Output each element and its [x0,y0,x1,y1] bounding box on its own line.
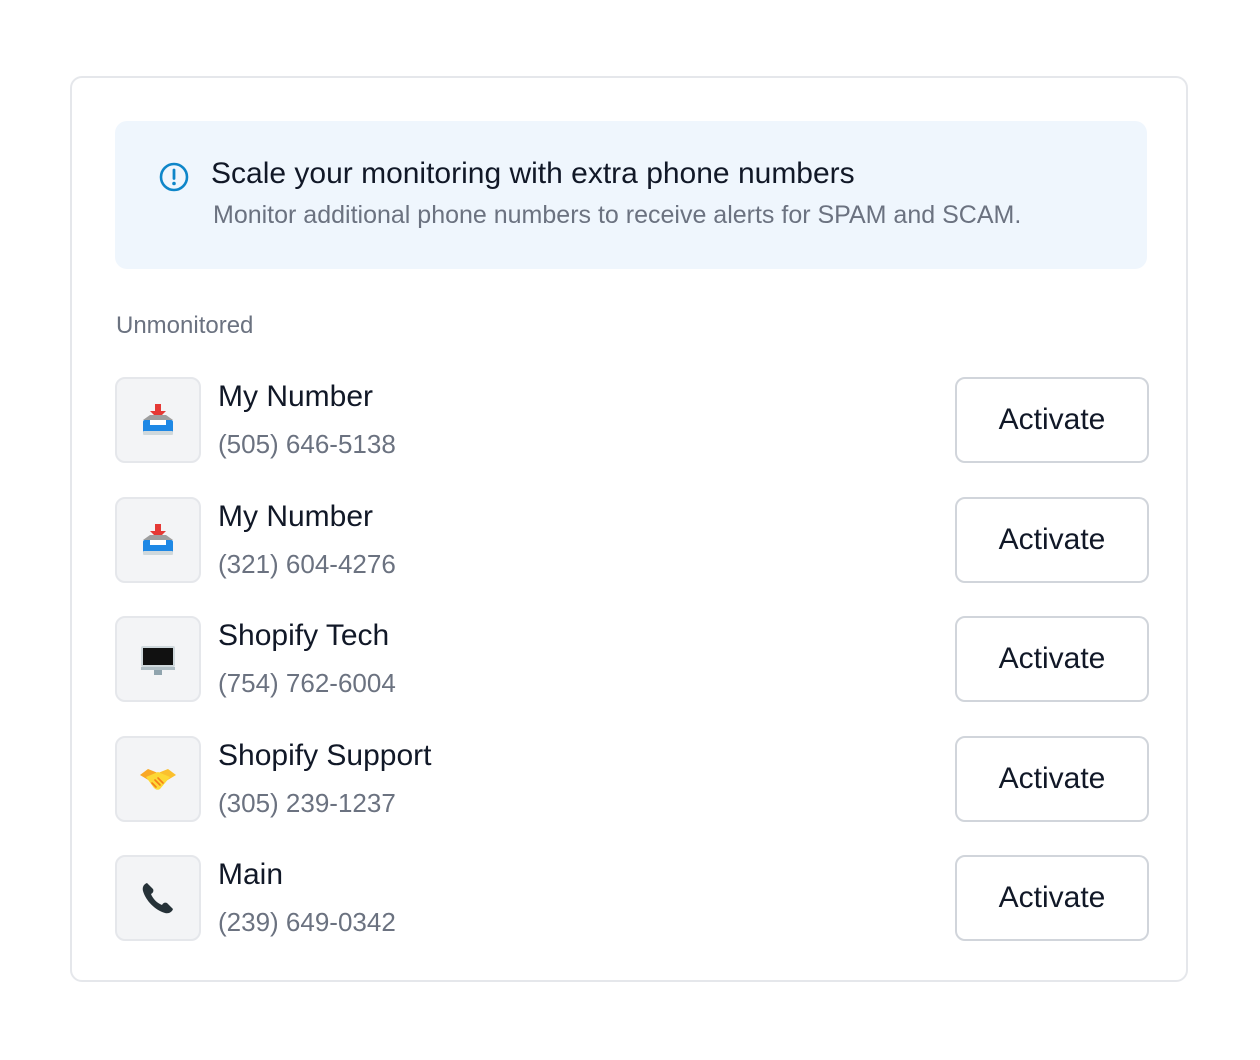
number-name: My Number [218,380,374,413]
phone-monitoring-card: Scale your monitoring with extra phone n… [70,76,1188,982]
activate-button[interactable]: Activate [955,377,1149,463]
activate-button[interactable]: Activate [955,855,1149,941]
list-item: My Number (505) 646-5138 Activate [115,377,1149,463]
list-item: Main (239) 649-0342 Activate [115,855,1149,941]
info-circle-icon [158,161,190,193]
number-name: My Number [218,499,374,533]
info-banner: Scale your monitoring with extra phone n… [115,121,1147,269]
list-item: Shopify Support (305) 239-1237 Activate [115,735,1149,822]
handshake-icon [115,735,201,822]
desktop-computer-icon [115,616,201,702]
activate-button[interactable]: Activate [955,616,1149,702]
banner-subtitle: Monitor additional phone numbers to rece… [213,201,1022,229]
section-label-unmonitored: Unmonitored [116,312,254,339]
number-name: Shopify Tech [218,619,390,652]
list-item: My Number (321) 604-4276 Activate [115,496,1149,583]
banner-title: Scale your monitoring with extra phone n… [211,157,855,190]
unmonitored-number-list: My Number (505) 646-5138 Activate My Num… [115,377,1149,975]
phone-number: (305) 239-1237 [218,787,396,818]
inbox-tray-icon [115,496,201,583]
telephone-receiver-icon [115,855,201,941]
activate-button[interactable]: Activate [955,735,1149,822]
number-name: Main [218,858,284,891]
inbox-tray-icon [115,377,201,463]
activate-button[interactable]: Activate [955,496,1149,583]
phone-number: (239) 649-0342 [218,907,396,937]
number-name: Shopify Support [218,738,432,772]
phone-number: (321) 604-4276 [218,548,396,579]
list-item: Shopify Tech (754) 762-6004 Activate [115,616,1149,702]
phone-number: (505) 646-5138 [218,429,396,459]
phone-number: (754) 762-6004 [218,668,396,698]
